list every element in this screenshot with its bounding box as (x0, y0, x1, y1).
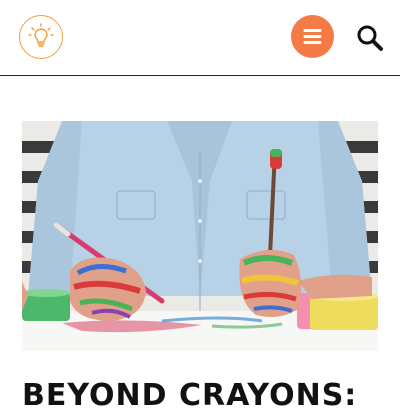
painted-hands-illustration (22, 121, 378, 351)
site-logo[interactable] (19, 15, 63, 59)
hamburger-menu-icon (303, 29, 322, 44)
search-button[interactable] (356, 24, 384, 52)
menu-button[interactable] (291, 15, 334, 58)
article-title: BEYOND CRAYONS: (22, 378, 358, 413)
hero-image (22, 121, 378, 351)
site-header (0, 0, 400, 76)
lightbulb-icon (28, 23, 54, 47)
search-icon (357, 25, 383, 51)
